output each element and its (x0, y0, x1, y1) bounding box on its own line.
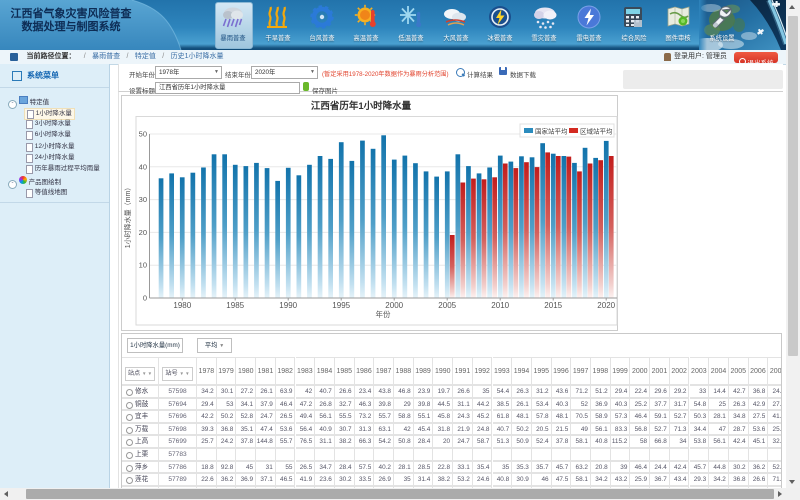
svg-text:20: 20 (139, 228, 147, 237)
svg-text:1小时降水量（mm）: 1小时降水量（mm） (123, 184, 132, 249)
svg-text:1980: 1980 (173, 301, 191, 310)
svg-text:年份: 年份 (376, 309, 391, 319)
svg-text:2010: 2010 (491, 301, 509, 310)
svg-text:0: 0 (143, 294, 147, 303)
svg-text:国家站平均: 国家站平均 (535, 127, 568, 136)
svg-text:2020: 2020 (597, 301, 615, 310)
svg-text:40: 40 (139, 162, 147, 171)
svg-text:2015: 2015 (544, 301, 562, 310)
svg-text:1985: 1985 (226, 301, 244, 310)
svg-text:10: 10 (139, 261, 147, 270)
svg-text:2005: 2005 (438, 301, 456, 310)
svg-text:江西省历年1小时降水量: 江西省历年1小时降水量 (311, 100, 412, 112)
svg-text:1990: 1990 (279, 301, 297, 310)
svg-text:50: 50 (139, 130, 147, 139)
svg-text:30: 30 (139, 195, 147, 204)
svg-text:2000: 2000 (385, 301, 403, 310)
svg-text:1995: 1995 (332, 301, 350, 310)
svg-text:区域站平均: 区域站平均 (580, 127, 613, 136)
